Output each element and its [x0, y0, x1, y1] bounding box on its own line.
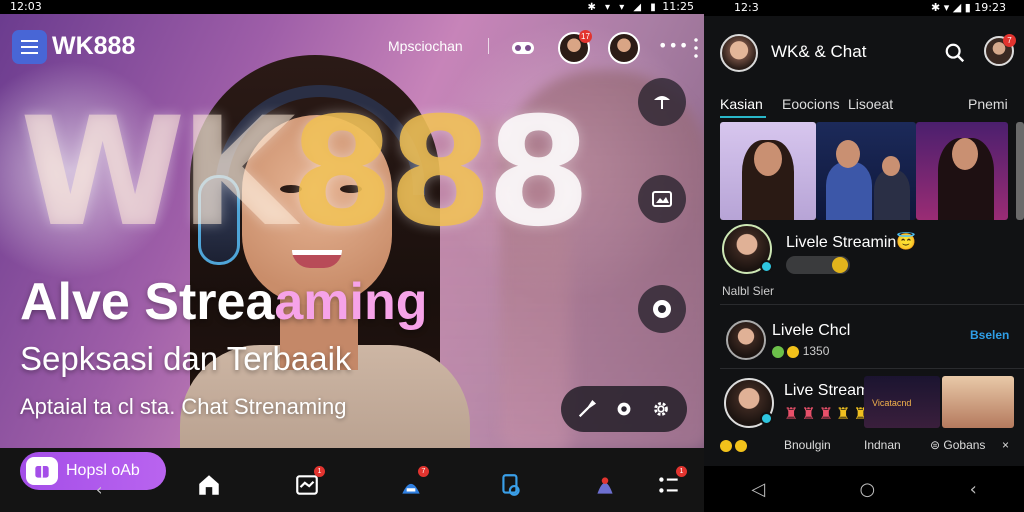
divider	[720, 368, 1024, 369]
avatar	[726, 320, 766, 360]
tab-kasian[interactable]: Kasian	[720, 96, 763, 112]
verified-icon	[760, 412, 773, 425]
tab-pnemi[interactable]: Pnemi	[968, 96, 1008, 112]
close-icon[interactable]: ×	[1002, 438, 1009, 452]
nav-inbox[interactable]: 1	[292, 466, 325, 500]
gift-icon[interactable]	[720, 438, 748, 452]
stream-promo-screen: 12:03 ✱ ▾ ▾ ◢ ▮ 11:25 WK888 WK888 Mpscio…	[0, 0, 704, 512]
viewer-count: 1350	[772, 344, 829, 358]
verified-icon	[760, 260, 773, 273]
tab-eoocions[interactable]: Eoocions	[782, 96, 840, 112]
nav-files[interactable]	[496, 470, 526, 500]
back-icon[interactable]: ◁	[751, 479, 765, 500]
party-icon	[597, 477, 613, 494]
brush-icon[interactable]	[576, 398, 598, 420]
more-icon[interactable]: •••	[658, 36, 689, 55]
home-icon	[199, 475, 219, 495]
brand-name: WK888	[52, 32, 136, 60]
list-item[interactable]: Live Streaming ♜♜♜♜♜ Vicatacnd	[720, 376, 1020, 432]
settings-icon[interactable]	[650, 398, 672, 420]
kebab-icon[interactable]	[694, 36, 698, 58]
list-item[interactable]: Livele Chcl 1350 Bselen	[720, 316, 1020, 366]
tab-lisoeat[interactable]: Lisoeat	[848, 96, 893, 112]
status-icons: ✱ ▾ ◢ ▮ 19:23	[931, 1, 1006, 14]
promo-label: Hopsl oAb	[66, 462, 140, 479]
chat-app-screen: 12:3 ✱ ▾ ◢ ▮ 19:23 WK& & Chat 7 Kasian E…	[704, 0, 1024, 512]
tab-bar: Kasian Eoocions Lisoeat Pnemi	[720, 92, 1020, 120]
divider	[488, 38, 489, 54]
hero-title: Alve Streaaming	[20, 273, 428, 331]
search-icon[interactable]	[944, 42, 966, 64]
app-title: WK& & Chat	[771, 42, 867, 61]
nav-more[interactable]: 1	[654, 466, 687, 500]
hamburger-icon[interactable]	[12, 30, 47, 64]
notification-badge: 7	[418, 466, 429, 477]
gamepad-icon[interactable]	[512, 42, 534, 54]
nav-home[interactable]	[194, 470, 224, 500]
effects-icon[interactable]	[613, 398, 635, 420]
notification-badge: 17	[579, 30, 592, 43]
header-link[interactable]: Mpsciochan	[388, 38, 463, 54]
stream-thumbnail[interactable]	[720, 122, 816, 220]
status-icons: ✱ ▾ ▾ ◢ ▮ 11:25	[587, 0, 694, 13]
watermark-logo: WK888	[20, 86, 591, 260]
active-tab-indicator	[720, 116, 766, 118]
record-button[interactable]	[638, 285, 686, 333]
action-gobans[interactable]: ⊜ Gobans	[930, 438, 985, 452]
action-bnoulgin[interactable]: Bnoulgin	[784, 438, 831, 452]
status-time: 12:03	[10, 0, 42, 13]
stream-thumbnail[interactable]: Vicatacnd	[864, 376, 940, 428]
status-time: 12:3	[734, 1, 759, 14]
list-item-title: Livele Chcl	[772, 322, 851, 339]
files-icon	[502, 474, 520, 496]
list-item-subtitle: Nalbl Sier	[722, 284, 775, 298]
lamp-button[interactable]	[638, 78, 686, 126]
nav-party[interactable]	[590, 470, 620, 500]
record-icon	[653, 300, 671, 318]
avatar[interactable]: 17	[558, 30, 592, 64]
nav-live[interactable]: 7	[396, 466, 429, 500]
avatar[interactable]	[720, 34, 758, 72]
gallery-button[interactable]	[638, 175, 686, 223]
gallery-icon	[652, 191, 672, 207]
notification-badge: 1	[676, 466, 687, 477]
back-icon[interactable]: ‹	[96, 480, 102, 499]
app-header: WK& & Chat 7	[704, 28, 1024, 78]
status-bar: 12:03 ✱ ▾ ▾ ◢ ▮ 11:25	[0, 0, 704, 14]
follow-link[interactable]: Bselen	[970, 328, 1009, 342]
stream-thumbnail[interactable]	[942, 376, 1014, 428]
tool-bar	[561, 386, 687, 432]
hero-description: Aptaial ta cl sta. Chat Strenaming	[20, 394, 347, 419]
avatar[interactable]: 7	[984, 34, 1016, 66]
gift-toggle[interactable]	[786, 256, 850, 274]
divider	[720, 304, 1024, 305]
list-item[interactable]: Livele Streamin😇 Nalbl Sier	[720, 222, 1020, 302]
hero-subtitle: Sepksasi dan Terbaaik	[20, 340, 352, 377]
lamp-icon	[654, 96, 670, 109]
status-bar: 12:3 ✱ ▾ ◢ ▮ 19:23	[704, 0, 1024, 16]
notification-badge: 1	[314, 466, 325, 477]
home-icon[interactable]: ○	[859, 479, 875, 500]
stream-thumbnail[interactable]	[1016, 122, 1024, 220]
avatar[interactable]	[608, 32, 640, 64]
top-header: WK888 Mpsciochan 17 •••	[0, 22, 704, 72]
gift-icon	[35, 466, 49, 478]
fan-icons: ♜♜♜♜♜	[784, 406, 871, 423]
promo-button[interactable]: Hopsl oAb	[20, 452, 166, 490]
stream-thumbnail[interactable]	[816, 122, 916, 220]
recent-apps-icon[interactable]: ‹	[970, 479, 977, 500]
stream-thumbnails	[720, 122, 1024, 220]
action-indnan[interactable]: Indnan	[864, 438, 901, 452]
list-item-title: Livele Streamin😇	[786, 234, 917, 251]
android-nav-bar: ◁ ○ ‹	[704, 466, 1024, 512]
notification-badge: 7	[1003, 34, 1016, 47]
stream-thumbnail[interactable]	[916, 122, 1008, 220]
